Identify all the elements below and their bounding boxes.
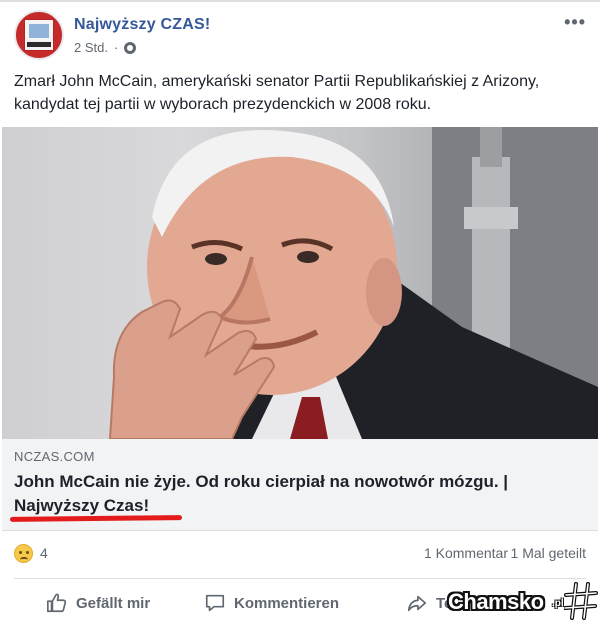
page-name-link[interactable]: Najwyższy CZAS! (74, 16, 210, 34)
like-button[interactable]: Gefällt mir (46, 586, 150, 620)
sad-reaction-icon[interactable] (14, 544, 33, 563)
post-text: Zmarł John McCain, amerykański senator P… (14, 73, 540, 113)
thumbs-up-icon (47, 593, 67, 613)
avatar-image (24, 19, 54, 51)
watermark-suffix: .pl (552, 598, 564, 609)
page-avatar[interactable] (14, 10, 64, 60)
facebook-post: Najwyższy CZAS! 2 Std. · ••• Zmarł John … (0, 0, 600, 626)
comment-button[interactable]: Kommentieren (204, 586, 339, 620)
globe-icon[interactable] (124, 41, 137, 54)
watermark-text: Chamsko (448, 589, 544, 614)
comment-label: Kommentieren (234, 594, 340, 612)
watermark: Chamsko .pl (446, 580, 600, 624)
portrait-illustration (108, 127, 598, 439)
post-timestamp[interactable]: 2 Std. (74, 40, 108, 55)
reactions-bar: 4 1 Kommentar 1 Mal geteilt (14, 543, 586, 565)
share-arrow-icon (407, 595, 427, 612)
link-title[interactable]: John McCain nie żyje. Od roku cierpiał n… (14, 470, 589, 518)
link-domain: NCZAS.COM (14, 449, 95, 464)
meta-separator: · (113, 40, 119, 55)
hash-logo-icon (564, 582, 598, 620)
actions-divider (14, 578, 586, 579)
post-meta: 2 Std. · (74, 40, 137, 55)
shares-count-link[interactable]: 1 Mal geteilt (511, 545, 586, 561)
comment-bubble-icon (205, 594, 225, 612)
link-preview-image[interactable] (2, 127, 598, 439)
comments-count-link[interactable]: 1 Kommentar (424, 545, 508, 561)
more-options-button[interactable]: ••• (564, 12, 586, 33)
like-label: Gefällt mir (76, 594, 151, 612)
post-header: Najwyższy CZAS! 2 Std. · ••• (14, 10, 586, 62)
reaction-count[interactable]: 4 (40, 545, 48, 561)
